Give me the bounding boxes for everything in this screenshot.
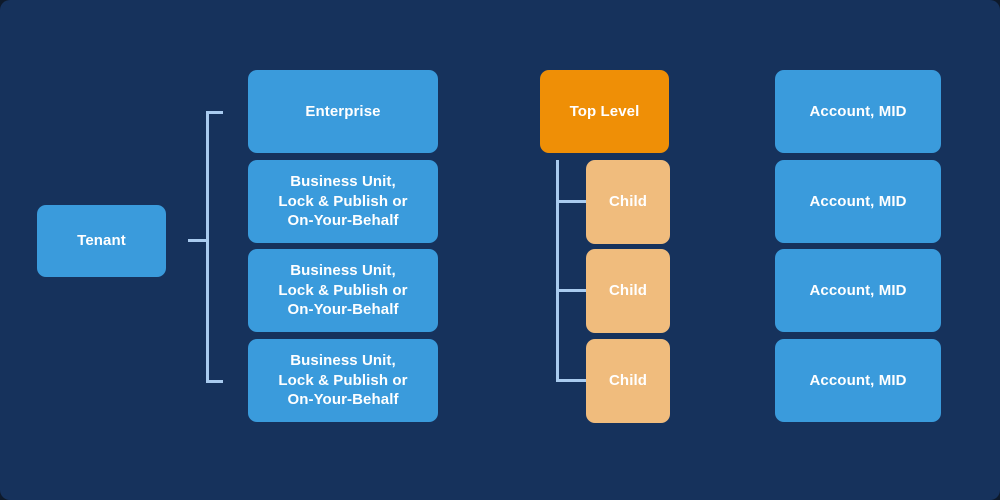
node-account-3[interactable]: Account, MID — [775, 249, 941, 332]
tenant-bracket-bottom-stub — [206, 380, 223, 383]
top-level-branch-child-3 — [556, 379, 586, 382]
business-unit-line-3: On-Your-Behalf — [287, 391, 399, 409]
business-unit-line-2: Lock & Publish or — [278, 281, 408, 299]
node-business-unit-2[interactable]: Business Unit, Lock & Publish or On-Your… — [248, 249, 438, 332]
business-unit-line-1: Business Unit, — [290, 172, 396, 190]
business-unit-label: Business Unit, Lock & Publish or On-Your… — [278, 261, 407, 320]
node-account-4[interactable]: Account, MID — [775, 339, 941, 422]
node-child-3[interactable]: Child — [586, 339, 670, 423]
business-unit-line-3: On-Your-Behalf — [287, 301, 399, 319]
tenant-bracket-left-stub — [188, 239, 207, 242]
top-level-branch-child-1 — [556, 200, 586, 203]
node-account-1[interactable]: Account, MID — [775, 70, 941, 153]
top-level-branch-child-2 — [556, 289, 586, 292]
business-unit-line-1: Business Unit, — [290, 261, 396, 279]
business-unit-line-1: Business Unit, — [290, 351, 396, 369]
node-account-2[interactable]: Account, MID — [775, 160, 941, 243]
business-unit-line-2: Lock & Publish or — [278, 192, 408, 210]
diagram-canvas: Tenant Enterprise Business Unit, Lock & … — [0, 0, 1000, 500]
node-business-unit-1[interactable]: Business Unit, Lock & Publish or On-Your… — [248, 160, 438, 243]
top-level-bracket-vertical-line — [556, 160, 559, 382]
node-enterprise[interactable]: Enterprise — [248, 70, 438, 153]
tenant-bracket-top-stub — [206, 111, 223, 114]
tenant-bracket-vertical-line — [206, 111, 209, 383]
node-business-unit-3[interactable]: Business Unit, Lock & Publish or On-Your… — [248, 339, 438, 422]
business-unit-label: Business Unit, Lock & Publish or On-Your… — [278, 172, 407, 231]
node-child-1[interactable]: Child — [586, 160, 670, 244]
business-unit-line-3: On-Your-Behalf — [287, 212, 399, 230]
business-unit-line-2: Lock & Publish or — [278, 371, 408, 389]
business-unit-label: Business Unit, Lock & Publish or On-Your… — [278, 351, 407, 410]
node-tenant[interactable]: Tenant — [37, 205, 166, 277]
node-top-level[interactable]: Top Level — [540, 70, 669, 153]
node-child-2[interactable]: Child — [586, 249, 670, 333]
